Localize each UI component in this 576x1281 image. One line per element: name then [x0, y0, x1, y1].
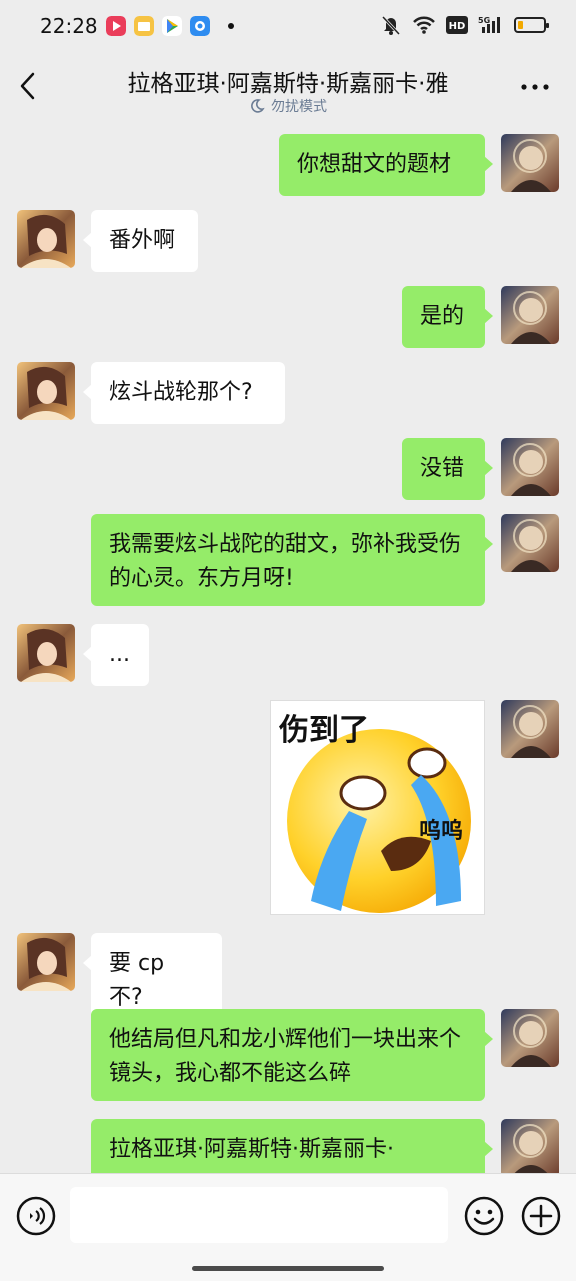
message-text: ...: [109, 642, 130, 667]
home-indicator[interactable]: [192, 1266, 384, 1271]
dnd-label: 勿扰模式: [271, 99, 327, 115]
my-avatar[interactable]: [501, 286, 559, 344]
dnd-indicator: 勿扰模式: [0, 96, 576, 116]
more-options-icon[interactable]: [520, 82, 550, 92]
contact-avatar[interactable]: [17, 362, 75, 420]
status-bar: 22:28 HD 5G: [0, 0, 576, 52]
sticker-subcaption: 呜呜: [419, 819, 464, 844]
sticker-message[interactable]: 伤到了 呜呜: [270, 700, 485, 915]
message-bubble-incoming[interactable]: 炫斗战轮那个?: [83, 362, 285, 424]
message-bubble-outgoing[interactable]: 没错: [402, 438, 493, 500]
message-text: 拉格亚琪·阿嘉斯特·斯嘉丽卡·: [109, 1137, 394, 1162]
message-bubble-outgoing[interactable]: 他结局但凡和龙小辉他们一块出来个镜头，我心都不能这么碎: [91, 1009, 493, 1101]
add-more-icon[interactable]: [521, 1196, 561, 1236]
play-store-icon: [162, 16, 182, 36]
contact-avatar[interactable]: [17, 210, 75, 268]
message-text: 番外啊: [109, 228, 176, 253]
my-avatar[interactable]: [501, 514, 559, 572]
video-app-icon: [106, 16, 126, 36]
my-avatar[interactable]: [501, 700, 559, 758]
chat-header: 拉格亚琪·阿嘉斯特·斯嘉丽卡·雅 勿扰模式: [0, 52, 576, 118]
message-text: 他结局但凡和龙小辉他们一块出来个镜头，我心都不能这么碎: [109, 1027, 462, 1086]
message-bubble-incoming[interactable]: ...: [83, 624, 149, 686]
battery-icon: [514, 17, 549, 33]
my-avatar[interactable]: [501, 438, 559, 496]
notification-dot: [228, 23, 234, 29]
browser-app-icon: [190, 16, 210, 36]
hd-icon: HD: [446, 16, 468, 34]
message-text: 我需要炫斗战陀的甜文，弥补我受伤的心灵。东方月呀!: [109, 532, 462, 591]
message-text: 炫斗战轮那个?: [109, 380, 253, 405]
message-text: 没错: [420, 456, 465, 481]
svg-text:5G: 5G: [478, 16, 490, 25]
voice-input-icon[interactable]: [16, 1196, 56, 1236]
message-text: 你想甜文的题材: [297, 152, 452, 177]
my-avatar[interactable]: [501, 134, 559, 192]
my-avatar[interactable]: [501, 1119, 559, 1173]
contact-avatar[interactable]: [17, 624, 75, 682]
my-avatar[interactable]: [501, 1009, 559, 1067]
battery-level: [518, 21, 523, 29]
message-bubble-outgoing[interactable]: 我需要炫斗战陀的甜文，弥补我受伤的心灵。东方月呀!: [91, 514, 493, 606]
app-icons: [106, 16, 234, 36]
message-bubble-outgoing[interactable]: 拉格亚琪·阿嘉斯特·斯嘉丽卡·: [91, 1119, 493, 1173]
mail-app-icon: [134, 16, 154, 36]
status-time: 22:28: [40, 14, 98, 38]
message-text: 是的: [420, 304, 465, 329]
message-list[interactable]: 你想甜文的题材 番外啊 是的 炫斗战轮那个? 没错 我需要炫斗战陀的甜文，弥补我…: [0, 118, 576, 1173]
emoji-icon[interactable]: [464, 1196, 504, 1236]
status-indicators: HD 5G: [380, 14, 549, 36]
wifi-icon: [413, 16, 435, 34]
contact-avatar[interactable]: [17, 933, 75, 991]
svg-text:HD: HD: [449, 21, 466, 32]
mute-bell-icon: [381, 15, 401, 36]
message-input[interactable]: [70, 1187, 448, 1243]
message-bubble-outgoing[interactable]: 你想甜文的题材: [279, 134, 493, 196]
signal-5g-icon: 5G: [478, 16, 500, 33]
input-bar: [0, 1173, 576, 1281]
moon-icon: [251, 99, 265, 113]
sticker-caption: 伤到了: [279, 713, 369, 748]
message-bubble-incoming[interactable]: 番外啊: [83, 210, 198, 272]
chat-title: 拉格亚琪·阿嘉斯特·斯嘉丽卡·雅: [127, 71, 449, 97]
message-text: 要 cp 不?: [109, 951, 165, 1010]
message-bubble-outgoing[interactable]: 是的: [402, 286, 493, 348]
